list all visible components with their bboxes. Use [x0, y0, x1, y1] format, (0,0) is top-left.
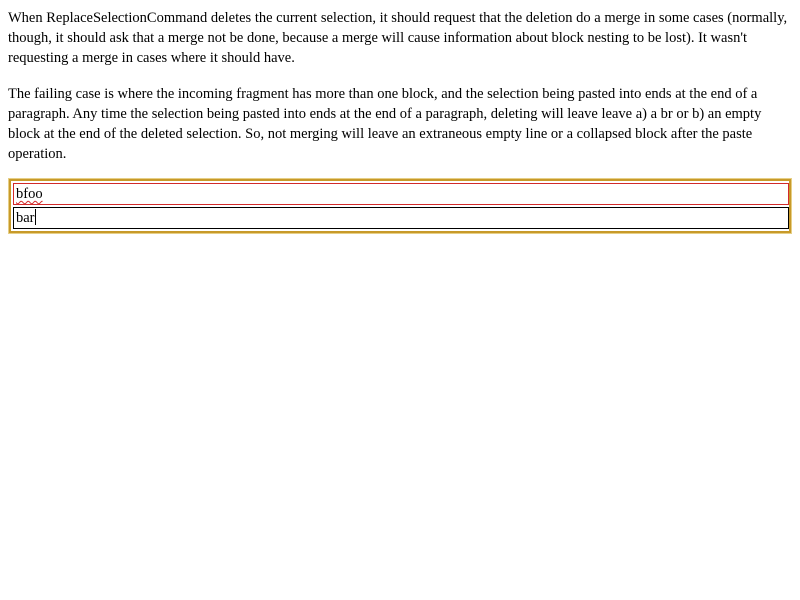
editable-block-2[interactable]: bar: [13, 207, 789, 229]
description-paragraph-2: The failing case is where the incoming f…: [8, 86, 762, 162]
block-text[interactable]: bar: [16, 210, 35, 226]
description-paragraph-1: When ReplaceSelectionCommand deletes the…: [8, 10, 788, 66]
text-caret: [34, 209, 36, 225]
editable-block-1[interactable]: bfoo: [13, 183, 789, 205]
misspelled-word[interactable]: bfoo: [16, 186, 43, 202]
page-content: When ReplaceSelectionCommand deletes the…: [8, 8, 792, 180]
editable-region[interactable]: bfoo bar: [8, 178, 792, 234]
